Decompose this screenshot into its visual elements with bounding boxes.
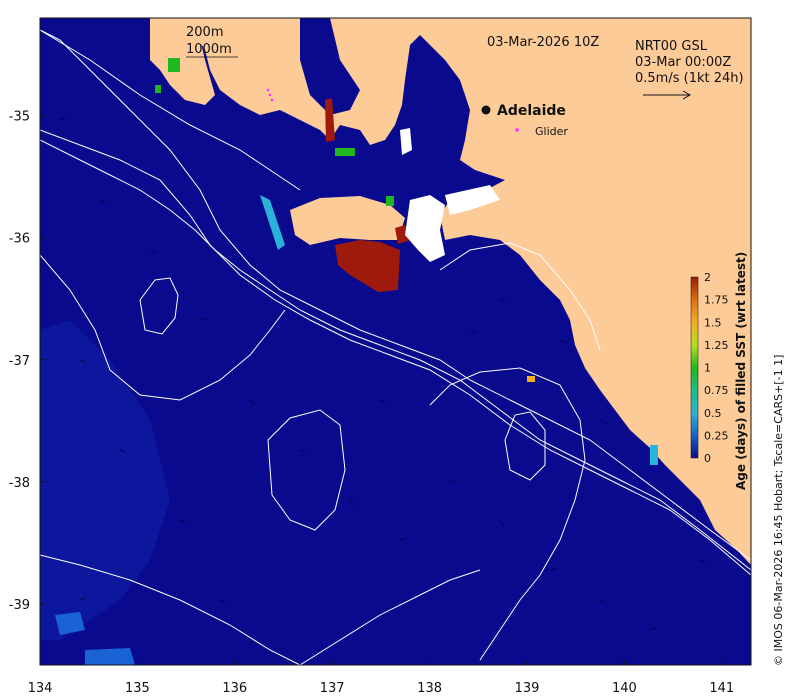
current-scale-label: 0.5m/s (1kt 24h) xyxy=(635,71,744,86)
y-tick-label: -35 xyxy=(9,110,30,125)
colorbar-tick-label: 1.25 xyxy=(704,339,729,352)
x-tick-label: 137 xyxy=(320,681,345,696)
credit-text: © IMOS 06-Mar-2026 16:45 Hobart; Tscale=… xyxy=(772,355,785,666)
glider-marker xyxy=(515,128,519,132)
adelaide-marker xyxy=(481,105,491,115)
colorbar-tick-label: 0.5 xyxy=(704,407,722,420)
colorbar-tick-label: 0 xyxy=(704,452,711,465)
x-tick-label: 136 xyxy=(222,681,247,696)
colorbar-tick-label: 1.75 xyxy=(704,294,729,307)
colorbar-tick-label: 0.75 xyxy=(704,384,729,397)
x-tick-label: 140 xyxy=(612,681,637,696)
sst-patch-south xyxy=(85,648,135,665)
colorbar-tick-label: 1.5 xyxy=(704,316,722,329)
y-tick-label: -37 xyxy=(9,354,30,369)
current-time-label: 03-Mar 00:00Z xyxy=(635,55,731,70)
x-tick-label: 135 xyxy=(125,681,150,696)
y-tick-label: -38 xyxy=(9,476,30,491)
x-tick-label: 141 xyxy=(709,681,734,696)
y-tick-label: -39 xyxy=(9,598,30,613)
age-patch-orange xyxy=(527,376,535,382)
colorbar-tick-label: 0.25 xyxy=(704,429,729,442)
x-tick-label: 138 xyxy=(417,681,442,696)
x-tick-label: 134 xyxy=(28,681,53,696)
age-patch-green-3 xyxy=(386,196,394,206)
current-model-label: NRT00 GSL xyxy=(635,39,708,54)
age-patch-cyan-1 xyxy=(650,445,658,465)
age-patch-green-4 xyxy=(155,85,161,93)
map-timestamp: 03-Mar-2026 10Z xyxy=(487,35,599,50)
age-patch-green-1 xyxy=(335,148,355,156)
colorbar-tick-label: 1 xyxy=(704,362,711,375)
sst-age-map: 200m 1000m 03-Mar-2026 10Z NRT00 GSL 03-… xyxy=(9,17,785,696)
colorbar-title: Age (days) of filled SST (wrt latest) xyxy=(734,252,748,490)
glider-label: Glider xyxy=(535,125,568,138)
age-patch-green-2 xyxy=(168,58,180,72)
colorbar-tick-label: 2 xyxy=(704,271,711,284)
y-tick-label: -36 xyxy=(9,232,30,247)
x-tick-label: 139 xyxy=(515,681,540,696)
depth-label-1000m: 1000m xyxy=(186,42,232,57)
colorbar xyxy=(690,276,699,459)
depth-label-200m: 200m xyxy=(186,25,223,40)
adelaide-label: Adelaide xyxy=(497,103,566,119)
